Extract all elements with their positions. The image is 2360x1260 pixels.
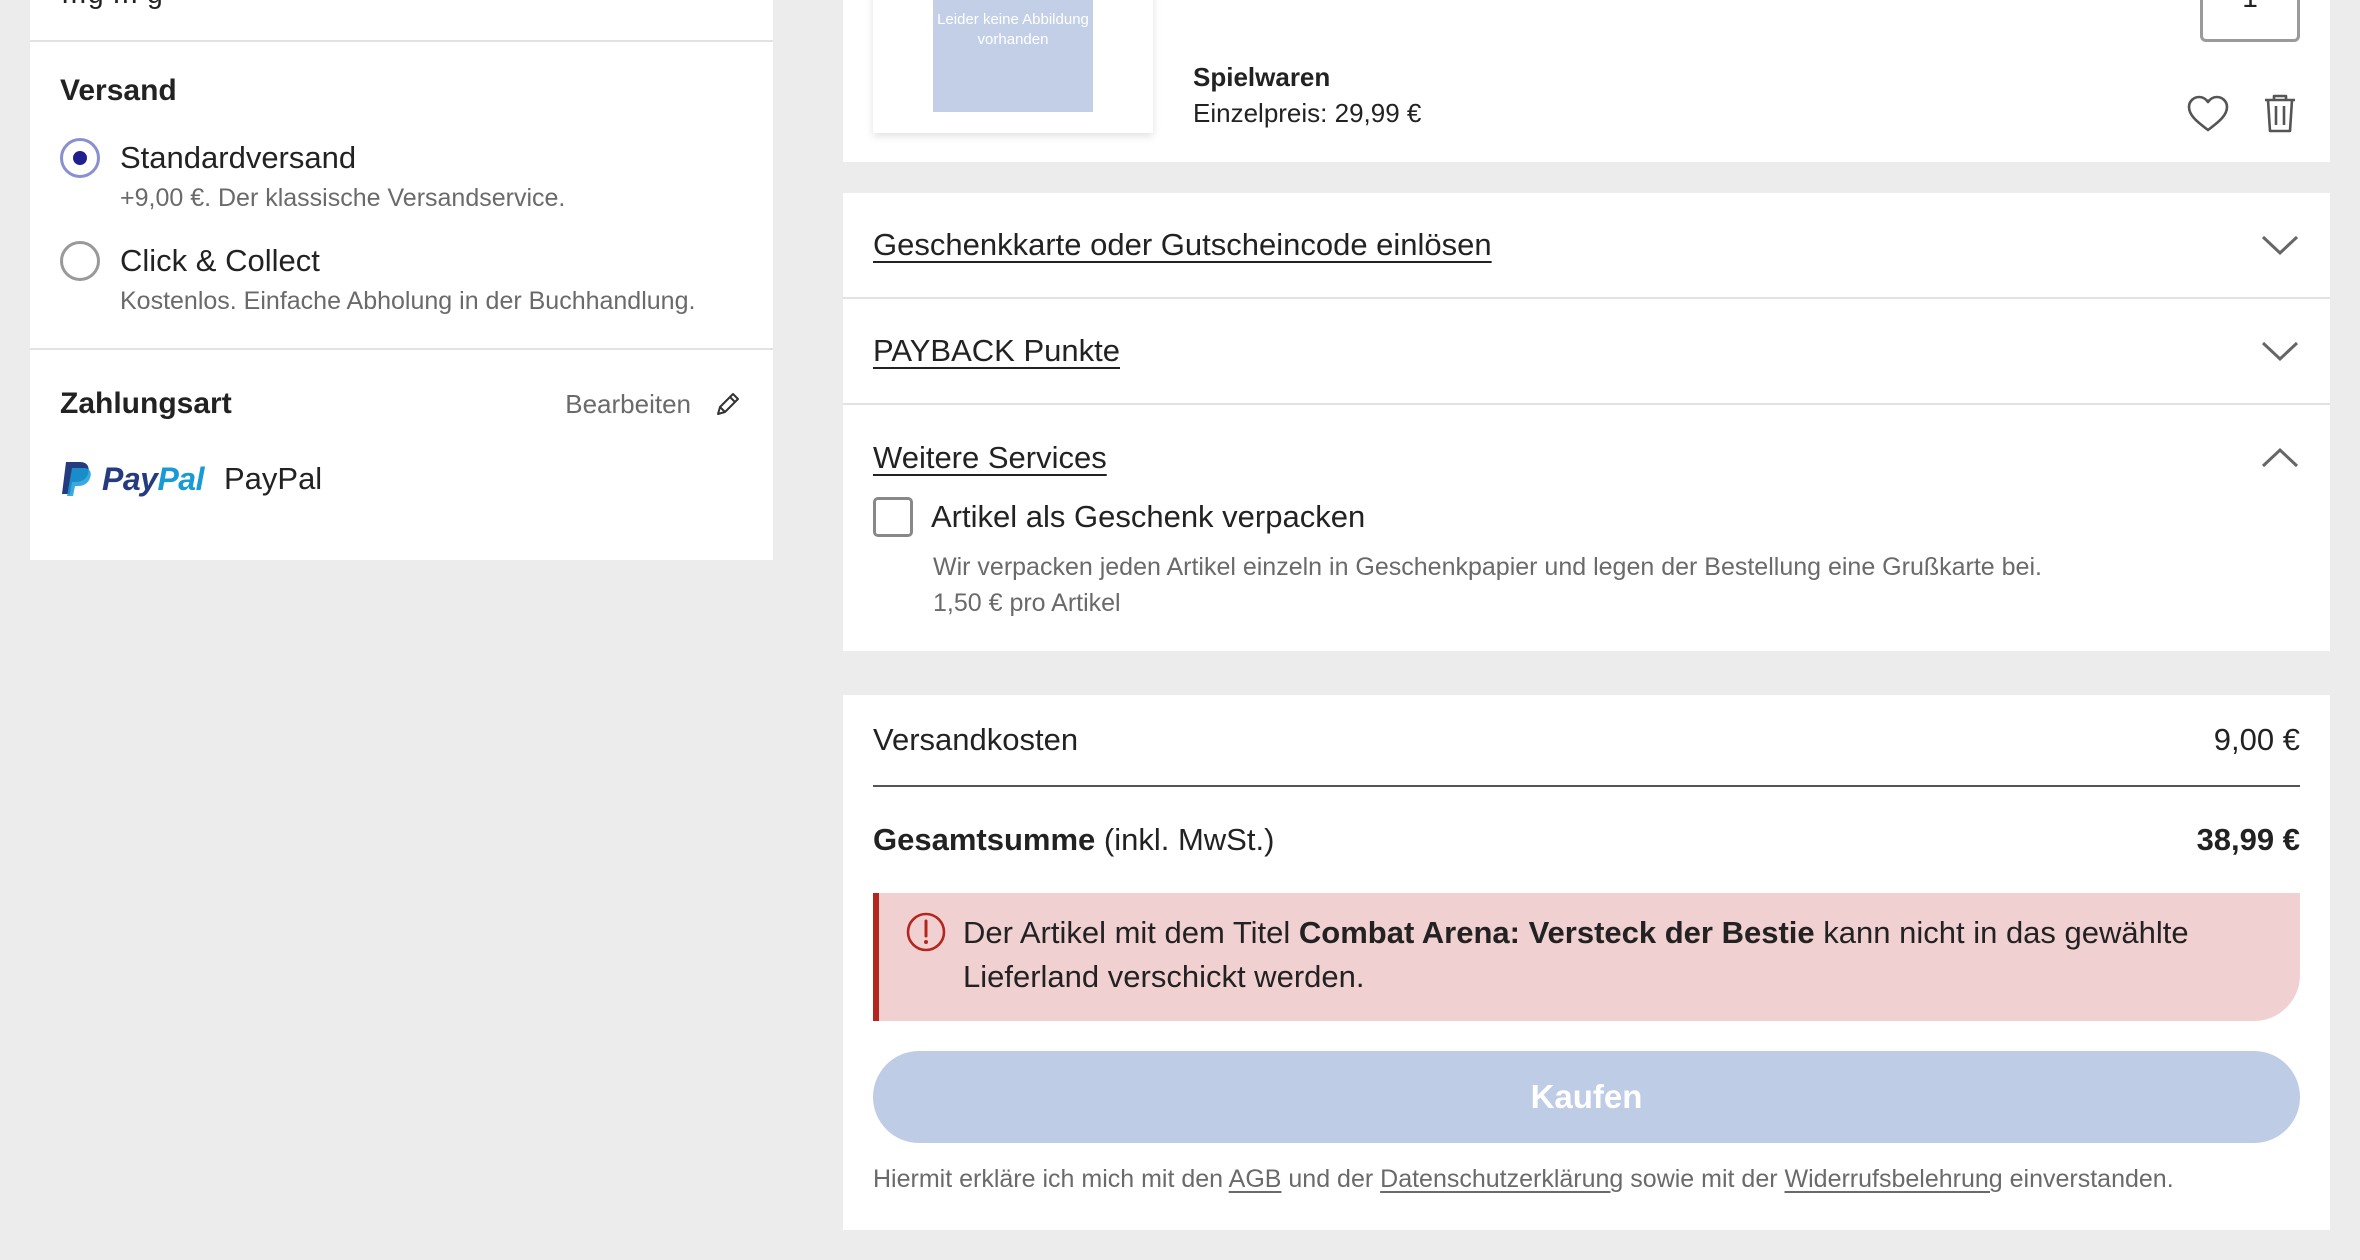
product-category: Spielwaren — [1193, 62, 1331, 92]
gift-wrap-price: 1,50 € pro Artikel — [933, 589, 1121, 617]
legal-text-3: sowie mit der — [1623, 1165, 1785, 1193]
chevron-down-icon[interactable] — [2260, 233, 2300, 257]
order-summary: Versandkosten 9,00 € Gesamtsumme (inkl. … — [843, 695, 2330, 1230]
total-value: 38,99 € — [2196, 822, 2300, 857]
services-panel: Artikel als Geschenk verpacken Wir verpa… — [843, 497, 2330, 651]
chevron-down-icon[interactable] — [2260, 339, 2300, 363]
gift-wrap-checkbox[interactable] — [873, 497, 913, 537]
legal-text-1: Hiermit erkläre ich mich mit den — [873, 1165, 1229, 1193]
cut-off-text: …g … g — [60, 0, 163, 10]
shipping-option-click-collect[interactable]: Click & Collect Kostenlos. Einfache Abho… — [60, 241, 743, 316]
error-icon — [906, 912, 946, 952]
radio-click-collect[interactable] — [60, 241, 100, 281]
payment-edit-label: Bearbeiten — [565, 388, 691, 419]
legal-text-4: einverstanden. — [2002, 1165, 2174, 1193]
total-row: Gesamtsumme (inkl. MwSt.) 38,99 € — [873, 787, 2300, 893]
gift-wrap-option[interactable]: Artikel als Geschenk verpacken — [873, 497, 2300, 537]
agb-link[interactable]: AGB — [1229, 1165, 1282, 1193]
gift-wrap-description: Wir verpacken jeden Artikel einzeln in G… — [933, 549, 2300, 621]
privacy-link[interactable]: Datenschutzerklärung — [1380, 1165, 1623, 1193]
chevron-up-icon[interactable] — [2260, 446, 2300, 470]
gift-wrap-label[interactable]: Artikel als Geschenk verpacken — [931, 499, 1365, 535]
payment-edit-button[interactable]: Bearbeiten — [565, 389, 743, 420]
paypal-logo-pay: Pay — [102, 460, 158, 497]
total-tax-note: (inkl. MwSt.) — [1095, 822, 1275, 857]
pencil-icon — [717, 393, 739, 415]
product-image-placeholder: Leider keine Abbildung vorhanden — [933, 0, 1093, 112]
legal-notice: Hiermit erkläre ich mich mit den AGB und… — [873, 1165, 2300, 1194]
accordion-payback-title[interactable]: PAYBACK Punkte — [873, 333, 1120, 369]
shipping-option-description: Kostenlos. Einfache Abholung in der Buch… — [120, 287, 696, 315]
total-label: Gesamtsumme — [873, 822, 1096, 857]
accordion-payback[interactable]: PAYBACK Punkte — [843, 299, 2330, 405]
checkout-sidebar: …g … g Versand Standardversand +9,00 €. … — [30, 0, 773, 560]
cut-off-row: …g … g — [30, 0, 773, 42]
payment-title: Zahlungsart — [60, 387, 232, 420]
shipping-option-standard[interactable]: Standardversand +9,00 €. Der klassische … — [60, 138, 743, 213]
shipping-option-label: Click & Collect — [120, 243, 320, 278]
legal-text-2: und der — [1281, 1165, 1381, 1193]
shipping-option-label: Standardversand — [120, 140, 357, 175]
payment-method-name: PayPal — [223, 461, 323, 496]
paypal-logo-pal: Pal — [157, 460, 204, 497]
product-unit-price: Einzelpreis: 29,99 € — [1193, 98, 1422, 128]
shipping-cost-label: Versandkosten — [873, 722, 1079, 757]
paypal-p-icon — [62, 462, 91, 496]
shipping-cost-value: 9,00 € — [2213, 722, 2300, 757]
shipping-section: Versand Standardversand +9,00 €. Der kla… — [30, 42, 773, 350]
shipping-title: Versand — [60, 74, 177, 107]
paypal-logo-icon: PayPal — [60, 460, 204, 498]
accordion-services[interactable]: Weitere Services — [843, 405, 2330, 511]
gift-wrap-description-text: Wir verpacken jeden Artikel einzeln in G… — [933, 553, 2042, 581]
error-item-title: Combat Arena: Versteck der Bestie — [1298, 915, 1815, 950]
shipping-cost-row: Versandkosten 9,00 € — [873, 695, 2300, 787]
withdrawal-link[interactable]: Widerrufsbelehrung — [1785, 1165, 2003, 1193]
quantity-select[interactable]: 1 — [2200, 0, 2300, 42]
buy-button[interactable]: Kaufen — [873, 1051, 2300, 1143]
payment-section: Zahlungsart Bearbeiten PayPal PayPal — [30, 350, 773, 560]
accordion-voucher-title[interactable]: Geschenkkarte oder Gutscheincode einlöse… — [873, 227, 1492, 263]
product-card: Leider keine Abbildung vorhanden Spielwa… — [843, 0, 2330, 162]
error-message-prefix: Der Artikel mit dem Titel — [963, 915, 1299, 950]
accordion-voucher[interactable]: Geschenkkarte oder Gutscheincode einlöse… — [843, 193, 2330, 299]
radio-standard-selected[interactable] — [60, 138, 100, 178]
trash-icon[interactable] — [2262, 92, 2298, 134]
accordion-services-title[interactable]: Weitere Services — [873, 440, 1107, 476]
extras-accordion: Geschenkkarte oder Gutscheincode einlöse… — [843, 193, 2330, 651]
heart-icon[interactable] — [2186, 94, 2230, 134]
product-thumbnail[interactable]: Leider keine Abbildung vorhanden — [873, 0, 1153, 133]
shipping-option-description: +9,00 €. Der klassische Versandservice. — [120, 184, 566, 212]
error-alert: Der Artikel mit dem Titel Combat Arena: … — [873, 893, 2300, 1021]
